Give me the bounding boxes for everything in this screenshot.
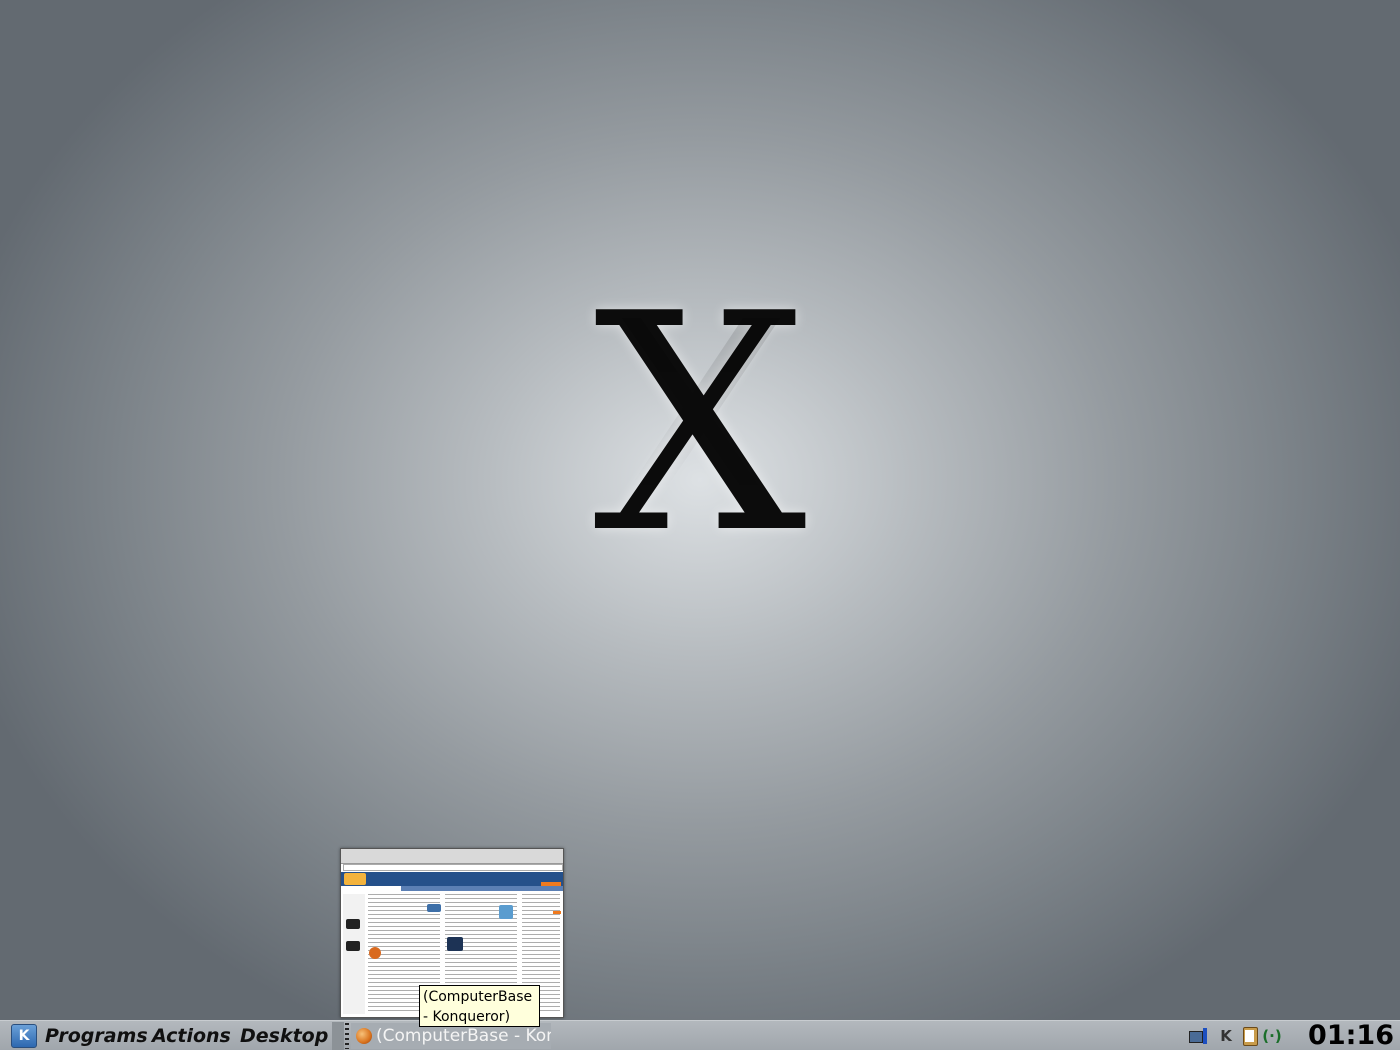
volume-icon[interactable]: (·) [1262, 1025, 1282, 1047]
thumbnail-article-image [499, 905, 513, 919]
task-tooltip: (ComputerBase - Konqueror) [419, 985, 540, 1027]
klipper-k-icon[interactable]: K [1216, 1025, 1236, 1047]
network-monitor-icon[interactable] [1188, 1025, 1208, 1047]
thumbnail-highlight [553, 911, 561, 914]
wallpaper-x-reflection: X [593, 318, 807, 548]
kde-taskbar: K Programs Actions Desktop (ComputerBase… [0, 1020, 1400, 1051]
thumbnail-url-bar [343, 864, 563, 871]
actions-menu[interactable]: Actions [152, 1024, 231, 1048]
clock[interactable]: 01:16 [1300, 1021, 1394, 1051]
thumbnail-article-image [346, 941, 360, 951]
thumbnail-article-image [369, 947, 381, 959]
thumbnail-sidebar [343, 894, 365, 1014]
clipboard-icon[interactable] [1240, 1025, 1260, 1047]
thumbnail-article-image [447, 937, 463, 951]
kmenu-button[interactable]: K [11, 1024, 37, 1048]
taskbar-grip-handle[interactable] [345, 1023, 349, 1049]
konqueror-icon [356, 1028, 372, 1044]
desktop[interactable]: X X [0, 0, 1400, 1020]
thumbnail-article-image [427, 904, 441, 912]
system-tray: K (·) [1186, 1025, 1286, 1047]
thumbnail-toolbar [341, 849, 563, 864]
thumbnail-site-nav [401, 886, 563, 891]
panel-separator [332, 1022, 344, 1050]
thumbnail-site-logo [344, 873, 366, 885]
thumbnail-site-banner [341, 872, 563, 886]
thumbnail-article-image [346, 919, 360, 929]
thumbnail-highlight [541, 882, 561, 886]
programs-menu[interactable]: Programs [45, 1024, 148, 1048]
desktop-menu[interactable]: Desktop [240, 1024, 328, 1048]
